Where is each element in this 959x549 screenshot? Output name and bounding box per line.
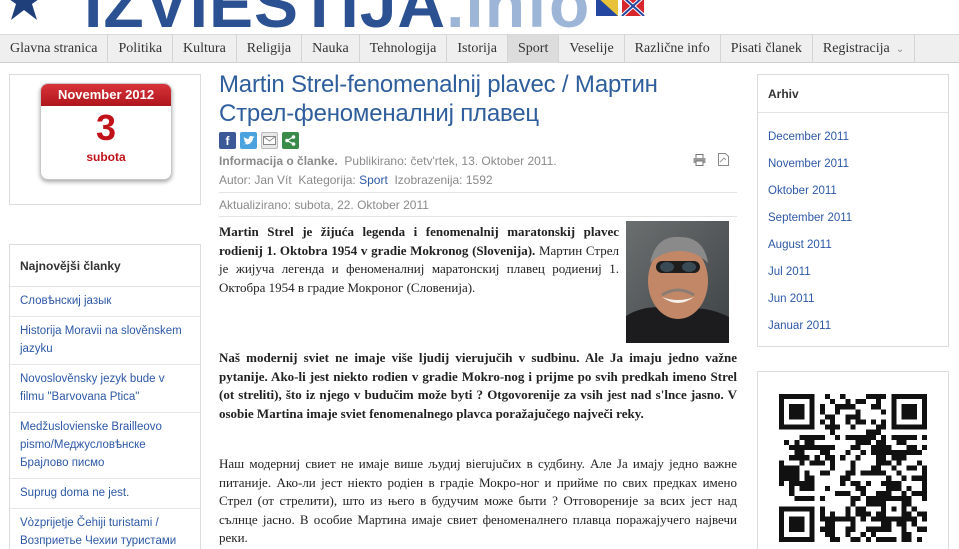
site-logo[interactable]: IZVIESTIJA.info	[84, 0, 590, 34]
archive-link[interactable]: Jul 2011	[768, 259, 948, 286]
views-count: 1592	[465, 173, 493, 187]
latest-article-link[interactable]: Suprug doma ne jest.	[10, 479, 200, 509]
site-header: IZVIESTIJA.info	[0, 0, 959, 34]
article-paragraph: Наш модерниј свиет не имаје више људиј в…	[219, 456, 737, 545]
calendar-weekday: subota	[86, 150, 126, 164]
email-icon[interactable]	[261, 132, 278, 149]
author-name: Jan Vít	[254, 173, 292, 187]
latest-article-link[interactable]: Historija Moravii na slověnskem jazyku	[10, 317, 200, 365]
article-info-line: Informacija o članke. Publikirano: četv'…	[219, 154, 557, 168]
archive-link[interactable]: September 2011	[768, 205, 948, 232]
logo-flag-icon	[596, 0, 646, 16]
article-header: Martin Strel-fenomenalnij plavec / Марти…	[219, 70, 739, 128]
meta-divider	[219, 192, 737, 193]
category-link[interactable]: Sport	[359, 173, 388, 187]
nav-item-tehnologija[interactable]: Tehnologija	[360, 35, 448, 63]
author-label: Autor:	[219, 173, 252, 187]
archive-link[interactable]: November 2011	[768, 151, 948, 178]
nav-item-sport[interactable]: Sport	[508, 35, 560, 63]
date-widget: November 2012 3 subota	[9, 74, 201, 205]
article-photo	[626, 221, 729, 343]
archive-link[interactable]: December 2011	[768, 124, 948, 151]
views-label: Izobrazenija:	[394, 173, 463, 187]
category-label: Kategorija:	[298, 173, 356, 187]
chevron-down-icon: ⌄	[895, 44, 905, 55]
nav-item-registracija[interactable]: Registracija ⌄	[813, 35, 916, 63]
article-paragraph: Naš modernij sviet ne imaje više ljudij …	[219, 350, 737, 421]
archive-module: Arhiv December 2011 November 2011 Oktobe…	[757, 74, 949, 347]
article-title[interactable]: Martin Strel-fenomenalnij plavec / Марти…	[219, 70, 739, 128]
archive-link[interactable]: August 2011	[768, 232, 948, 259]
pdf-icon[interactable]	[718, 153, 729, 166]
nav-item-politika[interactable]: Politika	[108, 35, 174, 63]
calendar-month-year: November 2012	[41, 84, 171, 106]
article-updated: Aktualizirano: subota, 22. Oktober 2011	[219, 198, 429, 212]
latest-article-link[interactable]: Novoslověnsky jezyk bude v filmu "Barvov…	[10, 365, 200, 413]
share-buttons: f	[219, 132, 299, 150]
nav-item-nauka[interactable]: Nauka	[302, 35, 360, 63]
latest-article-link[interactable]: Словѣнскиј јазык	[10, 287, 200, 317]
article-paragraph: Martin Strel je žijuća legenda i fenomen…	[219, 223, 619, 297]
nav-item-kultura[interactable]: Kultura	[173, 35, 237, 63]
published-label: Publikirano:	[344, 154, 408, 168]
main-navigation: Glavna stranica Politika Kultura Religij…	[0, 34, 959, 63]
archive-link[interactable]: Jun 2011	[768, 286, 948, 313]
archive-link[interactable]: Oktober 2011	[768, 178, 948, 205]
nav-item-razlicne-info[interactable]: Različne info	[625, 35, 721, 63]
calendar-day: 3	[95, 107, 117, 148]
article-meta-line: Autor: Jan Vít Kategorija: Sport Izobraz…	[219, 173, 493, 187]
published-date: četv'rtek, 13. Oktober 2011.	[410, 154, 557, 168]
nav-item-religija[interactable]: Religija	[237, 35, 303, 63]
share-icon[interactable]	[282, 132, 299, 149]
qr-code[interactable]	[779, 394, 927, 542]
latest-articles-module: Najnovějši članky Словѣнскиј јазык Histo…	[9, 244, 201, 549]
print-icon[interactable]	[693, 154, 706, 166]
archive-list: December 2011 November 2011 Oktober 2011…	[758, 113, 948, 340]
nav-item-glavna-stranica[interactable]: Glavna stranica	[0, 35, 109, 63]
latest-article-link[interactable]: Medžuslovienske Brailleovo pismo/Меджусл…	[10, 413, 200, 479]
archive-link[interactable]: Januar 2011	[768, 313, 948, 340]
nav-item-veselije[interactable]: Veselije	[559, 35, 625, 63]
meta-divider	[219, 216, 737, 217]
facebook-icon[interactable]: f	[219, 132, 236, 149]
archive-title: Arhiv	[758, 75, 948, 113]
twitter-icon[interactable]	[240, 132, 257, 149]
article-info-label: Informacija o članke.	[219, 154, 338, 168]
nav-item-pisati-clanek[interactable]: Pisati članek	[721, 35, 813, 63]
calendar-icon: November 2012 3 subota	[40, 83, 172, 180]
logo-star-icon	[10, 0, 38, 20]
nav-item-registracija-label: Registracija	[822, 41, 890, 56]
latest-articles-title: Najnovějši članky	[10, 245, 200, 287]
qr-code-module	[757, 371, 949, 549]
nav-item-istorija[interactable]: Istorija	[447, 35, 508, 63]
latest-article-link[interactable]: Vòzpriјetјe Čehiji turistami / Возприеть…	[10, 509, 200, 549]
